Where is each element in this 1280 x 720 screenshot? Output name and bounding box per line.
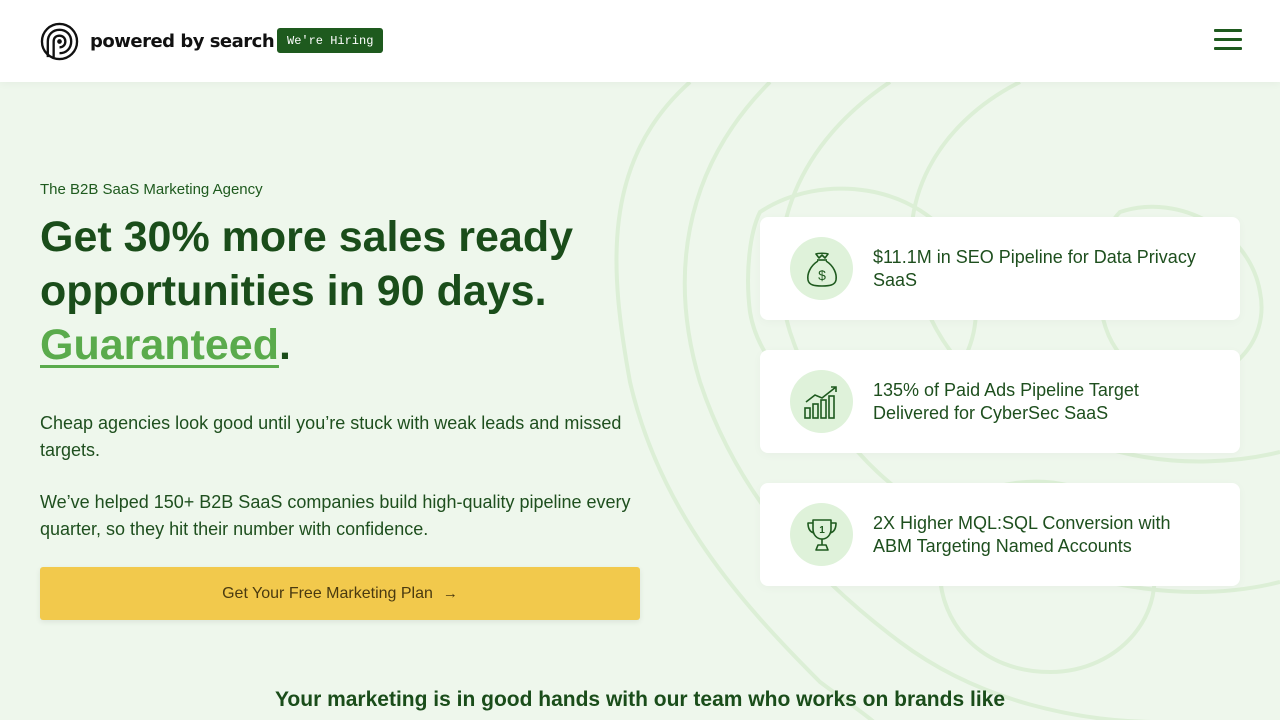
- trophy-icon: 1: [790, 503, 853, 566]
- hero-headline: Get 30% more sales ready opportunities i…: [40, 210, 660, 372]
- eyebrow-text: The B2B SaaS Marketing Agency: [40, 181, 263, 198]
- logo-text: powered by search: [90, 30, 275, 52]
- hero-paragraph-1: Cheap agencies look good until you’re st…: [40, 413, 622, 460]
- stat-card-abm: 1 2X Higher MQL:SQL Conversion with ABM …: [760, 483, 1240, 586]
- stat-text: $11.1M in SEO Pipeline for Data Privacy …: [873, 246, 1196, 290]
- money-bag-icon: $: [790, 237, 853, 300]
- headline-line-1: Get 30% more sales ready: [40, 213, 574, 261]
- hero-section: The B2B SaaS Marketing Agency Get 30% mo…: [40, 181, 660, 543]
- headline-period: .: [278, 321, 291, 369]
- hiring-badge[interactable]: We're Hiring: [277, 28, 384, 53]
- cta-label: Get Your Free Marketing Plan: [222, 584, 433, 602]
- arrow-right-icon: →: [442, 585, 458, 602]
- headline-line-2: opportunities in 90 days.: [40, 267, 547, 315]
- brands-heading: Your marketing is in good hands with our…: [274, 688, 1006, 711]
- stat-text: 2X Higher MQL:SQL Conversion with ABM Ta…: [873, 512, 1171, 556]
- logo-mark-icon: [40, 22, 79, 60]
- free-marketing-plan-button[interactable]: Get Your Free Marketing Plan →: [40, 567, 640, 620]
- stat-card-seo: $ $11.1M in SEO Pipeline for Data Privac…: [760, 217, 1240, 320]
- growth-chart-icon: [790, 370, 853, 433]
- svg-text:1: 1: [819, 525, 825, 536]
- stat-text: 135% of Paid Ads Pipeline Target Deliver…: [873, 379, 1139, 423]
- hero-paragraph-2: We’ve helped 150+ B2B SaaS companies bui…: [40, 492, 631, 539]
- stat-card-paid-ads: 135% of Paid Ads Pipeline Target Deliver…: [760, 350, 1240, 453]
- hamburger-menu-icon[interactable]: [1214, 29, 1242, 53]
- logo[interactable]: powered by search: [40, 22, 275, 60]
- svg-text:$: $: [818, 267, 826, 283]
- headline-guaranteed: Guaranteed: [40, 321, 279, 369]
- site-header: powered by search We're Hiring: [0, 0, 1280, 82]
